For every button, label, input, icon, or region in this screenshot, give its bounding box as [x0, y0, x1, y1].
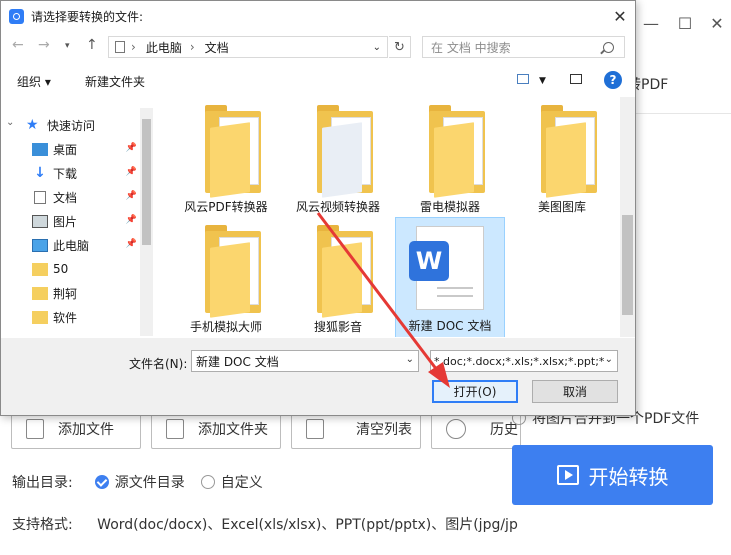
annotation-arrow	[316, 212, 450, 388]
